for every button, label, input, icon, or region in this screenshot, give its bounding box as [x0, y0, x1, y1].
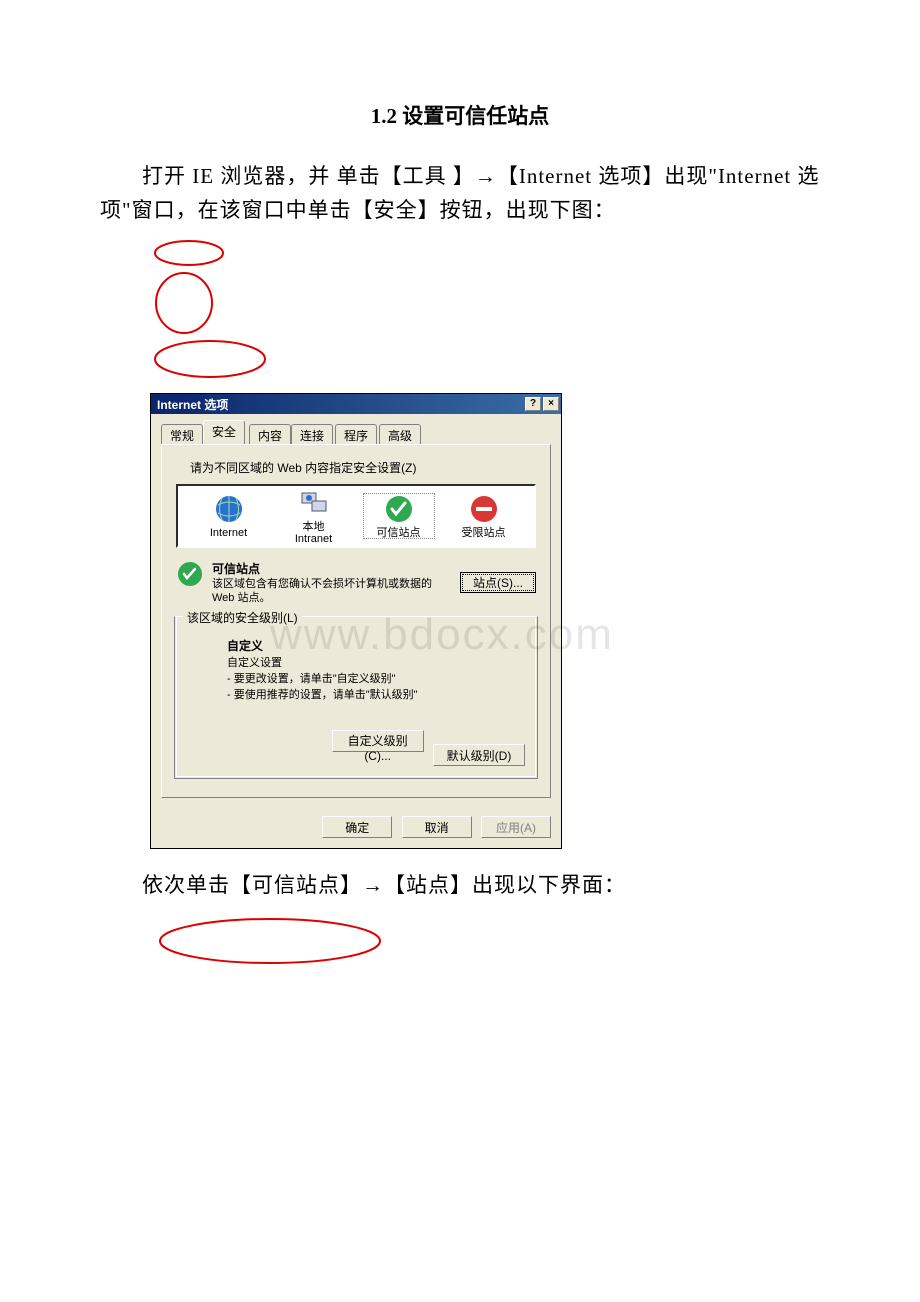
- dialog-footer: 确定 取消 应用(A): [151, 808, 561, 848]
- zone-trusted-sites[interactable]: 可信站点: [363, 493, 435, 539]
- custom-line-change: - 要更改设置，请单击"自定义级别": [227, 670, 525, 686]
- tab-programs[interactable]: 程序: [335, 424, 377, 444]
- red-ellipse-icon: [150, 337, 820, 383]
- custom-level-button[interactable]: 自定义级别(C)...: [332, 730, 424, 752]
- zone-internet[interactable]: Internet: [193, 493, 265, 539]
- tab-advanced[interactable]: 高级: [379, 424, 421, 444]
- zone-info-title: 可信站点: [212, 560, 452, 577]
- zone-info-text: 可信站点 该区域包含有您确认不会损坏计算机或数据的 Web 站点。: [212, 560, 452, 606]
- zone-local-intranet[interactable]: 本地 Intranet: [278, 487, 350, 545]
- tab-strip: 常规 安全 内容 连接 程序 高级: [161, 420, 551, 444]
- groupbox-legend: 该区域的安全级别(L): [183, 609, 302, 626]
- tab-general[interactable]: 常规: [161, 424, 203, 444]
- help-button[interactable]: ?: [525, 397, 541, 411]
- zone-restricted-label: 受限站点: [462, 527, 506, 539]
- internet-options-dialog: Internet 选项 ? × 常规 安全 内容 连接 程序 高级 请为不同区域…: [150, 393, 562, 849]
- checkmark-circle-icon: [176, 560, 204, 588]
- sites-button[interactable]: 站点(S)...: [460, 572, 536, 593]
- intro-paragraph: 打开 IE 浏览器，并 单击【工具 】→【Internet 选项】出现"Inte…: [100, 160, 820, 227]
- custom-subtitle: 自定义设置: [227, 654, 525, 670]
- ok-button[interactable]: 确定: [322, 816, 392, 838]
- minus-circle-icon: [468, 493, 500, 525]
- zone-restricted-sites[interactable]: 受限站点: [448, 493, 520, 539]
- tab-content[interactable]: 内容: [249, 424, 291, 444]
- outro-paragraph: 依次单击【可信站点】→【站点】出现以下界面：: [100, 869, 820, 903]
- apply-button[interactable]: 应用(A): [481, 816, 551, 838]
- cancel-button[interactable]: 取消: [402, 816, 472, 838]
- dialog-title: Internet 选项: [157, 396, 525, 413]
- annotation-shapes-top: [150, 237, 820, 383]
- zone-local-intranet-label: 本地 Intranet: [295, 521, 332, 545]
- section-heading: 1.2 设置可信任站点: [100, 100, 820, 130]
- tab-security[interactable]: 安全: [203, 420, 245, 444]
- checkmark-circle-icon: [383, 493, 415, 525]
- zone-info-desc: 该区域包含有您确认不会损坏计算机或数据的 Web 站点。: [212, 577, 452, 606]
- custom-line-default: - 要使用推荐的设置，请单击"默认级别": [227, 686, 525, 702]
- zone-instruction-label: 请为不同区域的 Web 内容指定安全设置(Z): [190, 459, 540, 476]
- zones-listbox[interactable]: Internet 本地 Intranet 可信站点: [176, 484, 536, 548]
- default-level-button[interactable]: 默认级别(D): [433, 744, 525, 766]
- dialog-titlebar[interactable]: Internet 选项 ? ×: [151, 394, 561, 414]
- close-button[interactable]: ×: [543, 397, 559, 411]
- computer-network-icon: [298, 487, 330, 519]
- zone-internet-label: Internet: [210, 527, 247, 539]
- red-circle-icon: [150, 269, 820, 337]
- security-level-groupbox: 该区域的安全级别(L) 自定义 自定义设置 - 要更改设置，请单击"自定义级别"…: [174, 616, 538, 780]
- zone-trusted-label: 可信站点: [377, 527, 421, 539]
- custom-title: 自定义: [227, 637, 525, 654]
- security-tab-panel: 请为不同区域的 Web 内容指定安全设置(Z) Internet 本地 Intr…: [161, 444, 551, 798]
- tab-connections[interactable]: 连接: [291, 424, 333, 444]
- globe-icon: [213, 493, 245, 525]
- red-ellipse-icon: [150, 237, 820, 269]
- annotation-shape-bottom: [150, 913, 820, 978]
